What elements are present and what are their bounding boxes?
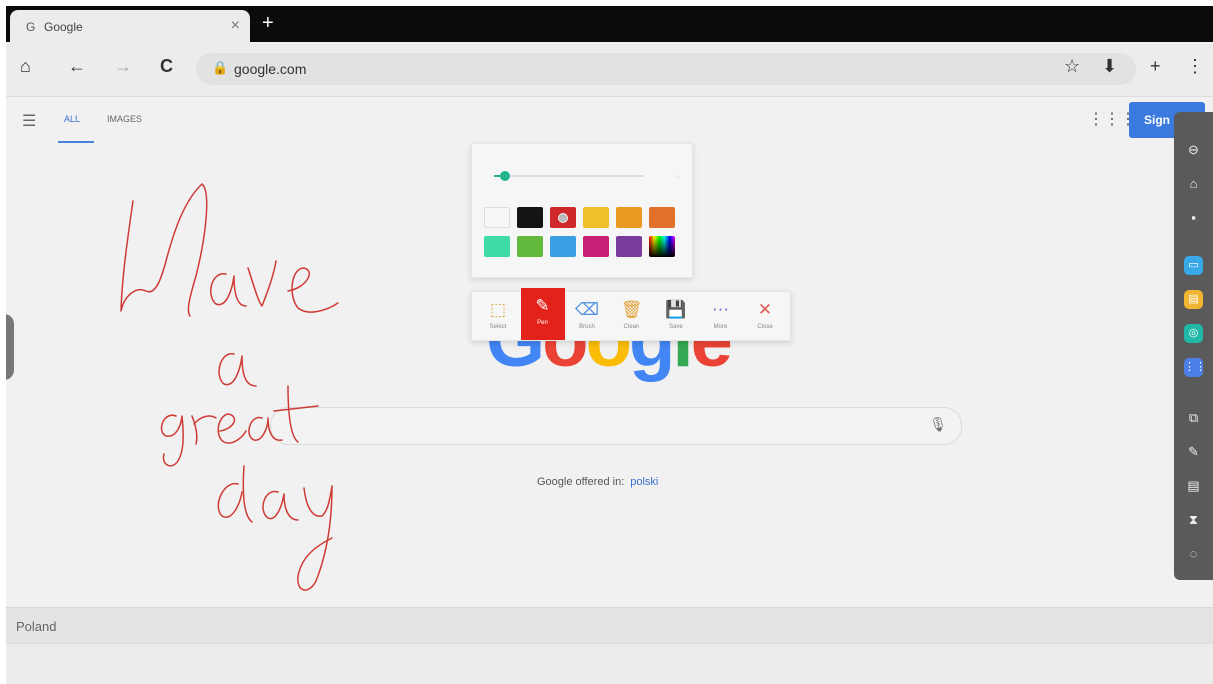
pen-color-palette: ◦ xyxy=(471,143,693,278)
sidebar-app-icon[interactable]: ◌ xyxy=(1184,544,1203,563)
sidebar-app-icon[interactable]: ✎ xyxy=(1184,442,1203,461)
color-swatch[interactable] xyxy=(550,236,576,257)
tool-clean[interactable]: 🗑 Clean xyxy=(610,292,654,340)
home-icon[interactable]: ⌂ xyxy=(20,56,31,77)
tool-label: Clean xyxy=(623,324,640,330)
color-swatch[interactable] xyxy=(484,207,510,228)
system-sidebar: ⊖ ⌂ ▪ ▭ ▤ ◎ ⋮⋮ ⧉ ✎ ▤ ⧗ ◌ xyxy=(1174,112,1213,580)
color-swatch[interactable] xyxy=(583,207,609,228)
more-icon: ⋯ xyxy=(712,300,729,319)
nav-all-underline xyxy=(58,141,94,143)
tool-brush[interactable]: ⌫ Brush xyxy=(565,292,609,340)
tool-label: Save xyxy=(669,324,683,330)
color-swatch[interactable] xyxy=(517,236,543,257)
sign-in-label: Sign xyxy=(1144,113,1170,127)
browser-menu-icon[interactable]: ⋮ xyxy=(1186,56,1204,77)
footer-links-bar xyxy=(6,643,1213,684)
sidebar-app-icon[interactable]: ⊖ xyxy=(1184,140,1203,159)
sidebar-app-icon[interactable]: ⧗ xyxy=(1184,510,1203,529)
add-icon[interactable]: + xyxy=(1150,56,1161,77)
country-text: Poland xyxy=(16,619,57,634)
color-swatch[interactable] xyxy=(550,207,576,228)
nav-images[interactable]: IMAGES xyxy=(107,114,142,124)
tool-label: Brush xyxy=(579,324,595,330)
offered-in-text: Google offered in: xyxy=(537,476,625,488)
tool-label: Close xyxy=(757,324,773,330)
tool-label: More xyxy=(713,324,728,330)
language-link-polski[interactable]: polski xyxy=(630,476,658,488)
download-icon[interactable]: ⬇ xyxy=(1102,56,1117,77)
forward-icon[interactable]: → xyxy=(114,56,132,77)
color-swatch[interactable] xyxy=(649,207,675,228)
google-favicon-icon: G xyxy=(26,20,36,34)
color-swatch[interactable] xyxy=(517,207,543,228)
tool-more[interactable]: ⋯ More xyxy=(699,292,743,340)
tool-select[interactable]: ⬚ Select xyxy=(476,292,520,340)
tool-close[interactable]: ✕ Close xyxy=(743,292,787,340)
sidebar-app-icon[interactable]: ⋮⋮ xyxy=(1184,358,1206,377)
tool-pen[interactable]: ✎ Pen xyxy=(520,288,565,340)
bookmark-star-icon[interactable]: ☆ xyxy=(1064,56,1080,77)
tab-strip: G Google × + xyxy=(6,6,1213,44)
thickness-slider-thumb[interactable] xyxy=(499,171,510,181)
annotation-toolbar: ⬚ Select ✎ Pen ⌫ Brush 🗑 Clean 💾 Save ⋯ More ✕ Close xyxy=(471,288,791,341)
clean-icon: 🗑 xyxy=(620,300,643,319)
color-swatch[interactable] xyxy=(616,236,642,257)
color-swatch[interactable] xyxy=(583,236,609,257)
screen: G Google × + ⌂ ← → C 🔒 google.com ☆ ⬇ + … xyxy=(6,6,1213,684)
sidebar-app-icon[interactable]: ▭ xyxy=(1184,256,1203,275)
color-swatch[interactable] xyxy=(484,236,510,257)
save-icon: 💾 xyxy=(665,300,687,319)
menu-icon[interactable]: ☰ xyxy=(22,111,36,131)
tool-save[interactable]: 💾 Save xyxy=(654,292,698,340)
new-tab-button[interactable]: + xyxy=(262,12,274,35)
browser-toolbar: ⌂ ← → C 🔒 google.com ☆ ⬇ + ⋮ xyxy=(6,44,1213,97)
color-swatch[interactable] xyxy=(649,236,675,257)
sidebar-app-icon[interactable]: ▤ xyxy=(1184,476,1203,495)
tab-google[interactable]: G Google × xyxy=(10,10,250,44)
tool-label: Select xyxy=(489,324,507,330)
close-tab-icon[interactable]: × xyxy=(231,17,240,35)
sidebar-app-icon[interactable]: ▤ xyxy=(1184,290,1203,309)
microphone-icon[interactable]: 🎙 xyxy=(929,416,947,433)
brush-icon: ⌫ xyxy=(574,300,600,319)
select-icon: ⬚ xyxy=(489,300,507,319)
thickness-slider[interactable] xyxy=(494,171,644,181)
close-icon: ✕ xyxy=(757,300,773,319)
sidebar-app-icon[interactable]: ▪ xyxy=(1184,208,1203,227)
pen-icon: ✎ xyxy=(535,296,550,315)
footer-country-bar: Poland xyxy=(6,607,1213,644)
sidebar-app-icon[interactable]: ◎ xyxy=(1184,324,1203,343)
nav-all[interactable]: ALL xyxy=(64,114,80,124)
back-icon[interactable]: ← xyxy=(68,56,86,77)
tool-label: Pen xyxy=(537,320,548,326)
sidebar-app-icon[interactable]: ⧉ xyxy=(1184,408,1203,427)
side-drawer-handle[interactable] xyxy=(6,314,14,380)
url-text[interactable]: google.com xyxy=(234,61,306,77)
thickness-max-marker: ◦ xyxy=(676,172,679,181)
tab-title: Google xyxy=(44,20,83,34)
reload-icon[interactable]: C xyxy=(160,56,173,77)
color-swatches xyxy=(484,207,680,257)
search-box[interactable]: 🎙 xyxy=(270,407,962,445)
lock-icon: 🔒 xyxy=(212,60,229,75)
address-bar[interactable]: 🔒 google.com xyxy=(196,53,1136,85)
sidebar-app-icon[interactable]: ⌂ xyxy=(1184,174,1203,193)
color-swatch[interactable] xyxy=(616,207,642,228)
language-offer: Google offered in: polski xyxy=(537,476,658,488)
